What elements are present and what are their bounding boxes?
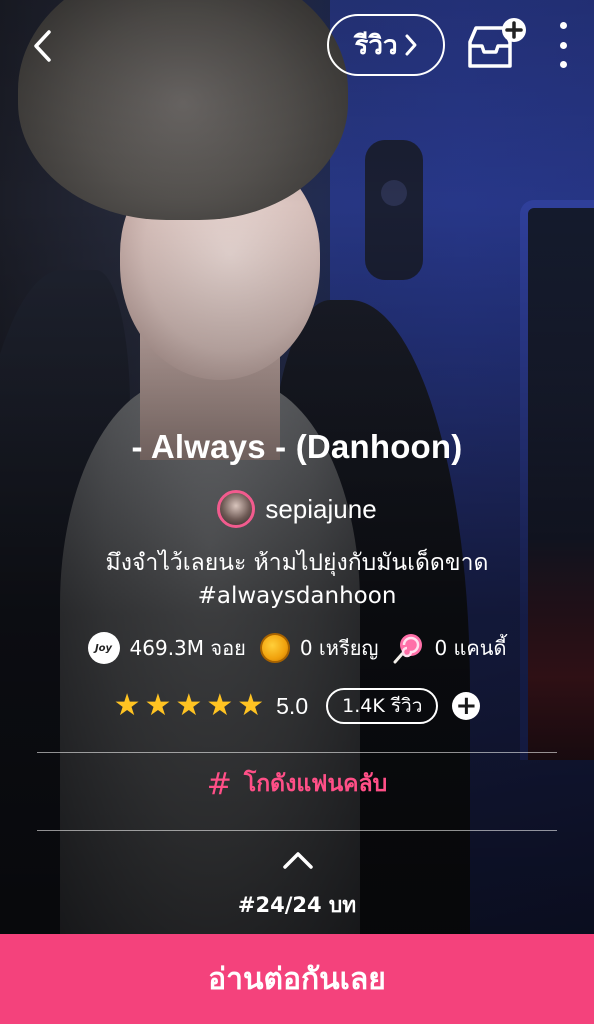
more-dot-icon: [559, 22, 567, 29]
author-name: sepiajune: [265, 493, 377, 524]
description-line: มึงจำไว้เลยนะ ห้ามไปยุ่งกับมันเด็ดขาด: [105, 550, 489, 576]
story-description: มึงจำไว้เลยนะ ห้ามไปยุ่งกับมันเด็ดขาด #a…: [0, 547, 594, 613]
add-review-button[interactable]: +: [452, 692, 481, 720]
coin-stat: 0 เหรียญ: [259, 632, 379, 664]
joy-icon: Joy: [87, 632, 120, 664]
divider: [37, 752, 557, 753]
rating-value: 5.0: [276, 692, 309, 719]
more-dot-icon: [559, 41, 567, 49]
chevron-up-icon[interactable]: [281, 848, 315, 872]
story-title: - Always - (Danhoon): [131, 428, 463, 465]
star-icon: ★: [206, 688, 234, 723]
chevron-right-icon: [405, 34, 417, 56]
lollipop-icon: [393, 634, 423, 664]
review-button[interactable]: รีวิว: [327, 14, 445, 76]
continue-reading-button[interactable]: อ่านต่อกันเลย: [0, 934, 594, 1024]
top-bar: รีวิว: [0, 0, 594, 96]
candy-stat: 0 แคนดี้: [392, 632, 506, 664]
star-icon: ★: [175, 688, 203, 723]
add-to-shelf-button[interactable]: [462, 16, 528, 74]
joy-stat: Joy 469.3M จอย: [87, 632, 246, 664]
description-hashtag: #alwaysdanhoon: [197, 583, 397, 609]
episode-count: #24/24 บท: [237, 893, 357, 917]
star-icon: ★: [113, 688, 141, 723]
star-icon: ★: [237, 688, 265, 723]
review-button-label: รีวิว: [354, 30, 398, 61]
more-options-button[interactable]: [548, 22, 578, 68]
hashtag-icon: #: [206, 766, 232, 802]
joy-value: 469.3M จอย: [129, 636, 246, 660]
more-dot-icon: [559, 61, 567, 68]
rating-row: ★ ★ ★ ★ ★ 5.0 1.4K รีวิว +: [0, 688, 594, 724]
shelf-add-icon: [468, 18, 526, 68]
star-icon: ★: [144, 688, 172, 723]
divider: [37, 830, 557, 831]
candy-value: 0 แคนดี้: [434, 636, 507, 660]
fanclub-link[interactable]: # โกดังแฟนคลับ: [0, 766, 594, 802]
coin-icon: [259, 633, 290, 663]
author-link[interactable]: sepiajune: [0, 490, 594, 528]
chevron-left-icon: [34, 30, 51, 62]
review-count-button[interactable]: 1.4K รีวิว: [326, 688, 439, 724]
coin-value: 0 เหรียญ: [299, 636, 379, 660]
star-rating: ★ ★ ★ ★ ★: [114, 691, 265, 721]
fanclub-label: โกดังแฟนคลับ: [243, 771, 388, 797]
author-avatar: [217, 490, 256, 528]
back-button[interactable]: [22, 26, 62, 66]
story-stats: Joy 469.3M จอย 0 เหรียญ 0 แคนดี้: [0, 632, 594, 664]
